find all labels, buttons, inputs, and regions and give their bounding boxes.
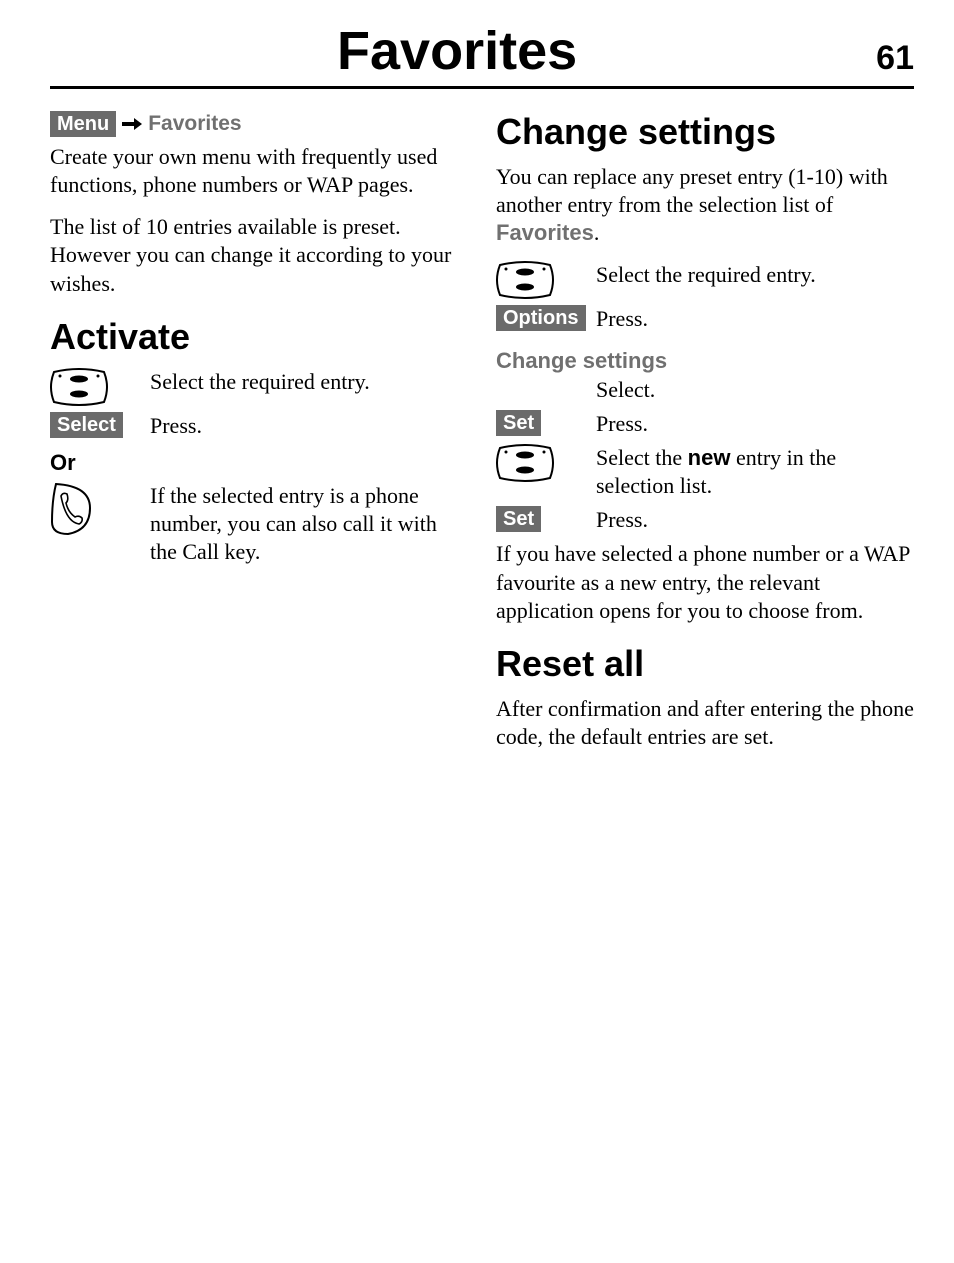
page-header: Favorites 61 [50,20,914,89]
activate-row-nav: Select the required entry. [50,368,468,406]
left-column: Menu Favorites Create your own menu with… [50,111,468,765]
breadcrumb: Menu Favorites [50,111,468,137]
activate-row-select: Select Press. [50,412,468,440]
change-row-select: Select. [496,376,914,404]
activate-row-call-text: If the selected entry is a phone number,… [150,482,468,566]
nav-key-icon [496,261,596,299]
select-softkey-cell: Select [50,412,150,438]
set-softkey-cell-2: Set [496,506,596,532]
page-title: Favorites [50,20,864,82]
set-softkey-cell-1: Set [496,410,596,436]
set-softkey-2: Set [496,506,541,532]
change-settings-intro: You can replace any preset entry (1-10) … [496,163,914,247]
change-nav2-a: Select the [596,445,688,470]
change-row-set2-text: Press. [596,506,914,534]
change-row-select-text: Select. [596,376,914,404]
reset-all-heading: Reset all [496,643,914,685]
activate-heading: Activate [50,316,468,358]
content-columns: Menu Favorites Create your own menu with… [50,111,914,765]
change-nav2-b: new [688,445,731,470]
change-settings-subheading: Change settings [496,348,914,374]
change-row-options-text: Press. [596,305,914,333]
change-row-nav2-text: Select the new entry in the selection li… [596,444,914,500]
set-softkey-1: Set [496,410,541,436]
right-column: Change settings You can replace any pres… [496,111,914,765]
change-intro-c: . [594,220,600,245]
menu-softkey: Menu [50,111,116,137]
change-row-set1-text: Press. [596,410,914,438]
nav-key-icon [50,368,150,406]
change-row-nav2: Select the new entry in the selection li… [496,444,914,500]
change-settings-heading: Change settings [496,111,914,153]
nav-key-icon [496,444,596,482]
change-row-set2: Set Press. [496,506,914,534]
change-row-set1: Set Press. [496,410,914,438]
call-key-icon [50,482,150,536]
change-settings-outro: If you have selected a phone number or a… [496,540,914,624]
arrow-right-icon [122,117,142,131]
options-softkey-cell: Options [496,305,596,331]
change-row-nav1: Select the required entry. [496,261,914,299]
activate-row-select-text: Press. [150,412,468,440]
activate-row-nav-text: Select the required entry. [150,368,468,396]
change-intro-b: Favorites [496,220,594,245]
intro-paragraph-1: Create your own menu with frequently use… [50,143,468,199]
activate-row-call: If the selected entry is a phone number,… [50,482,468,566]
intro-paragraph-2: The list of 10 entries available is pres… [50,213,468,297]
change-row-options: Options Press. [496,305,914,333]
page-number: 61 [876,39,914,78]
change-row-nav1-text: Select the required entry. [596,261,914,289]
or-label: Or [50,450,468,476]
page: Favorites 61 Menu Favorites Create your … [0,0,954,1263]
options-softkey: Options [496,305,586,331]
reset-all-body: After confirmation and after entering th… [496,695,914,751]
change-intro-a: You can replace any preset entry (1-10) … [496,164,888,217]
breadcrumb-dest: Favorites [148,112,241,136]
select-softkey: Select [50,412,123,438]
